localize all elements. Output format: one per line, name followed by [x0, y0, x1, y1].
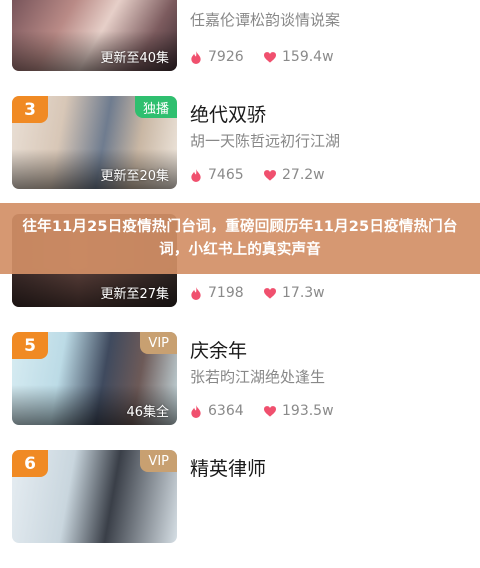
- heat-stat: 7926: [190, 48, 244, 66]
- drama-stats: 7198 17.3w: [190, 284, 450, 302]
- rank-badge: 3: [12, 96, 48, 123]
- likes-value: 27.2w: [282, 167, 325, 183]
- drama-thumbnail[interactable]: 3 独播 更新至20集: [12, 96, 177, 189]
- likes-value: 159.4w: [282, 49, 334, 65]
- likes-stat: 159.4w: [264, 48, 334, 66]
- drama-subtitle: 张若昀江湖绝处逢生: [190, 368, 326, 386]
- vip-badge: VIP: [140, 450, 177, 472]
- fire-icon: [191, 404, 201, 418]
- heat-value: 6364: [208, 403, 244, 419]
- exclusive-badge: 独播: [134, 96, 177, 118]
- drama-title[interactable]: 庆余年: [190, 336, 247, 363]
- heat-stat: 7465: [190, 166, 244, 184]
- heart-icon: [264, 287, 276, 299]
- likes-value: 193.5w: [282, 403, 334, 419]
- heat-stat: 7198: [190, 284, 244, 302]
- headline-text: 往年11月25日疫情热门台词，重磅回顾历年11月25日疫情热门台词，小红书上的真…: [22, 218, 458, 258]
- episode-count: 更新至27集: [100, 287, 169, 302]
- likes-stat: 27.2w: [264, 166, 325, 184]
- fire-icon: [191, 50, 201, 64]
- drama-thumbnail[interactable]: 6 VIP: [12, 450, 177, 543]
- drama-thumbnail[interactable]: 更新至40集: [12, 0, 177, 71]
- drama-thumbnail[interactable]: 5 VIP 46集全: [12, 332, 177, 425]
- likes-value: 17.3w: [282, 285, 325, 301]
- list-item[interactable]: 3 独播 更新至20集 绝代双骄 胡一天陈哲远初行江湖 7465 27.2w: [0, 96, 480, 214]
- fire-icon: [191, 286, 201, 300]
- drama-stats: 7926 159.4w: [190, 48, 450, 66]
- heat-value: 7465: [208, 167, 244, 183]
- heart-icon: [264, 169, 276, 181]
- rank-badge: 6: [12, 450, 48, 477]
- headline-banner[interactable]: 往年11月25日疫情热门台词，重磅回顾历年11月25日疫情热门台词，小红书上的真…: [0, 203, 480, 274]
- vip-badge: VIP: [140, 332, 177, 354]
- episode-count: 46集全: [126, 405, 169, 420]
- drama-subtitle: 胡一天陈哲远初行江湖: [190, 132, 341, 150]
- episode-count: 更新至40集: [100, 51, 169, 66]
- drama-stats: 6364 193.5w: [190, 402, 450, 420]
- list-item[interactable]: 6 VIP 精英律师: [0, 450, 480, 568]
- drama-title[interactable]: 精英律师: [190, 454, 266, 481]
- drama-subtitle: 任嘉伦谭松韵谈情说案: [190, 11, 341, 29]
- drama-title[interactable]: 绝代双骄: [190, 100, 266, 127]
- heart-icon: [264, 51, 276, 63]
- likes-stat: 17.3w: [264, 284, 325, 302]
- heat-stat: 6364: [190, 402, 244, 420]
- heart-icon: [264, 405, 276, 417]
- list-item[interactable]: 更新至40集 任嘉伦谭松韵谈情说案 7926 159.4w: [0, 0, 480, 96]
- drama-stats: 7465 27.2w: [190, 166, 450, 184]
- rank-badge: 5: [12, 332, 48, 359]
- list-item[interactable]: 5 VIP 46集全 庆余年 张若昀江湖绝处逢生 6364 193.5w: [0, 332, 480, 450]
- likes-stat: 193.5w: [264, 402, 334, 420]
- heat-value: 7926: [208, 49, 244, 65]
- heat-value: 7198: [208, 285, 244, 301]
- episode-count: 更新至20集: [100, 169, 169, 184]
- fire-icon: [191, 168, 201, 182]
